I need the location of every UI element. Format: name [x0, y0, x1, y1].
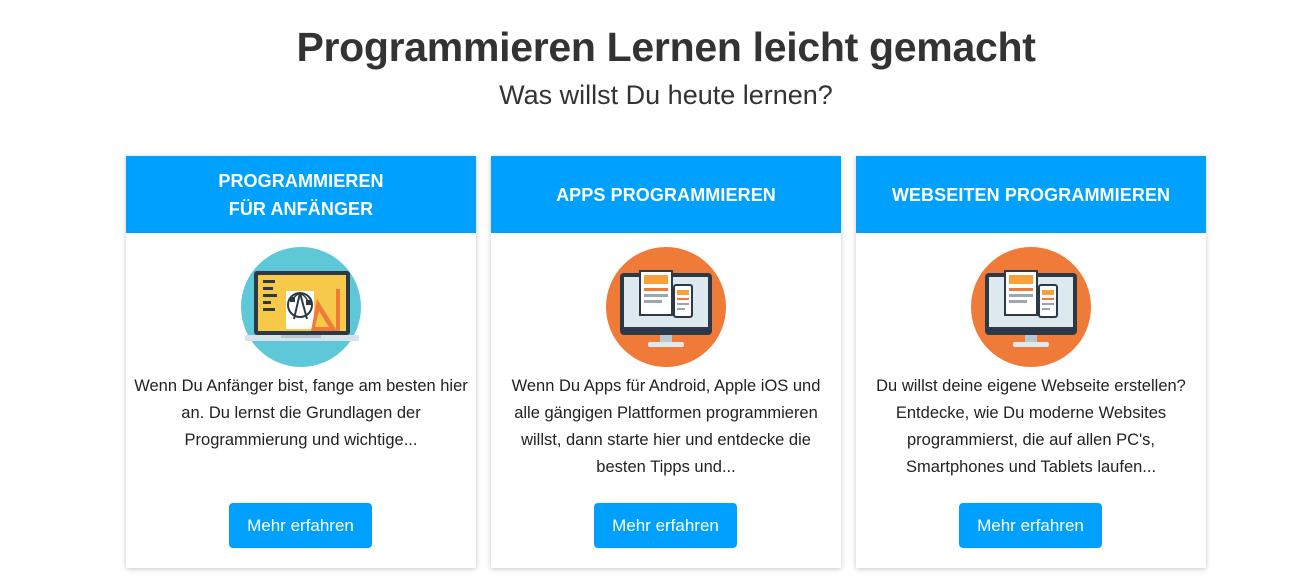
mehr-erfahren-button[interactable]: Mehr erfahren	[594, 503, 737, 548]
responsive-devices-icon	[606, 247, 726, 367]
page-subtitle: Was willst Du heute lernen?	[499, 80, 833, 110]
card-title[interactable]: WEBSEITEN PROGRAMMIEREN	[892, 181, 1170, 209]
card-header[interactable]: PROGRAMMIEREN FÜR ANFÄNGER	[126, 156, 476, 233]
card-description: Wenn Du Anfänger bist, fange am besten h…	[134, 377, 468, 449]
design-laptop-icon	[241, 247, 361, 367]
responsive-devices-icon	[971, 247, 1091, 367]
mehr-erfahren-button[interactable]: Mehr erfahren	[229, 503, 372, 548]
card-header[interactable]: APPS PROGRAMMIEREN	[491, 156, 841, 233]
course-card-beginners: PROGRAMMIEREN FÜR ANFÄNGER Wenn Du Anfän…	[126, 156, 476, 568]
course-card-apps: APPS PROGRAMMIEREN Wenn Du Apps für Andr…	[491, 156, 841, 568]
page-title: Programmieren Lernen leicht gemacht	[296, 24, 1036, 70]
card-title[interactable]: PROGRAMMIEREN FÜR ANFÄNGER	[218, 167, 383, 223]
card-header[interactable]: WEBSEITEN PROGRAMMIEREN	[856, 156, 1206, 233]
card-description: Du willst deine eigene Webseite erstelle…	[876, 377, 1186, 476]
card-title[interactable]: APPS PROGRAMMIEREN	[556, 181, 776, 209]
mehr-erfahren-button[interactable]: Mehr erfahren	[959, 503, 1102, 548]
card-description: Wenn Du Apps für Android, Apple iOS und …	[511, 377, 821, 476]
course-card-websites: WEBSEITEN PROGRAMMIEREN Du willst deine …	[856, 156, 1206, 568]
